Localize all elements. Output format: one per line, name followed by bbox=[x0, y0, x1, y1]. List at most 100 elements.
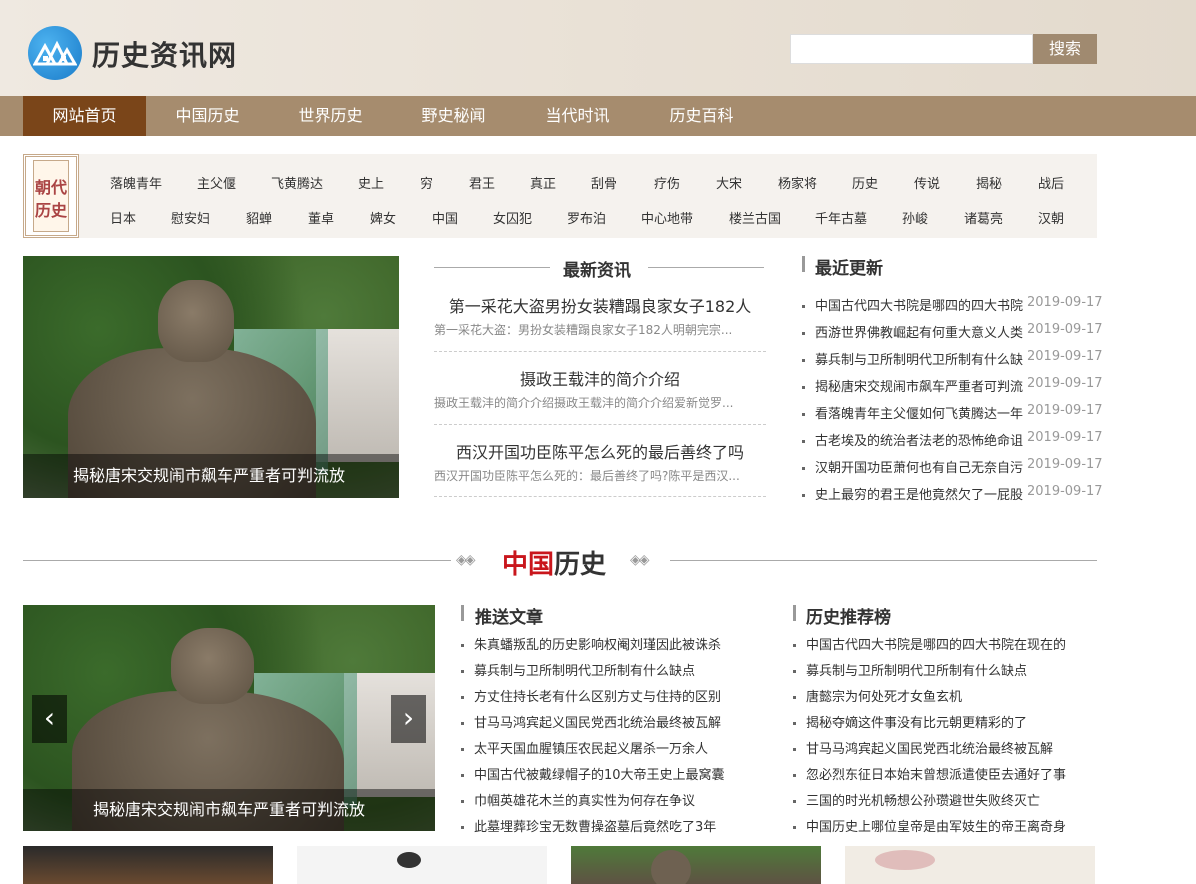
tag-link[interactable]: 日本 bbox=[110, 208, 136, 227]
push-article-item[interactable]: 募兵制与卫所制明代卫所制有什么缺点 bbox=[461, 660, 695, 679]
recent-update-date: 2019-09-17 bbox=[1027, 376, 1103, 391]
tag-link[interactable]: 战后 bbox=[1038, 173, 1064, 192]
china-history-title-red: 中国 bbox=[502, 550, 555, 580]
heading-marker bbox=[793, 605, 796, 621]
search-input[interactable] bbox=[790, 34, 1033, 64]
history-rank-item[interactable]: 揭秘夺嫡这件事没有比元朝更精彩的了 bbox=[793, 712, 1027, 731]
tag-link[interactable]: 董卓 bbox=[308, 208, 334, 227]
recent-update-item[interactable]: 募兵制与卫所制明代卫所制有什么缺 bbox=[802, 349, 1023, 368]
bullet-icon bbox=[793, 800, 796, 803]
push-article-item[interactable]: 巾帼英雄花木兰的真实性为何存在争议 bbox=[461, 790, 695, 809]
history-rank-item[interactable]: 甘马马鸿宾起义国民党西北统治最终被瓦解 bbox=[793, 738, 1053, 757]
tag-link[interactable]: 君王 bbox=[469, 173, 495, 192]
recent-update-item[interactable]: 揭秘唐宋交规闹市飙车严重者可判流 bbox=[802, 376, 1023, 395]
news-desc: 摄政王载沣的简介介绍摄政王载沣的简介介绍爱新觉罗... bbox=[434, 396, 734, 410]
bullet-icon bbox=[461, 670, 464, 673]
news-title[interactable]: 西汉开国功臣陈平怎么死的最后善终了吗 bbox=[434, 439, 766, 463]
push-article-item[interactable]: 太平天国血腥镇压农民起义屠杀一万余人 bbox=[461, 738, 708, 757]
diamond-ornament-icon: ◈◈ bbox=[456, 552, 475, 568]
tag-link[interactable]: 史上 bbox=[358, 173, 384, 192]
tag-link[interactable]: 孙峻 bbox=[902, 208, 928, 227]
thumbnail-image[interactable] bbox=[845, 846, 1095, 884]
tag-link[interactable]: 女囚犯 bbox=[493, 208, 532, 227]
history-rank-item-title: 唐懿宗为何处死才女鱼玄机 bbox=[806, 690, 963, 705]
history-rank-item[interactable]: 忽必烈东征日本始末曾想派遣使臣去通好了事 bbox=[793, 764, 1066, 783]
tag-link[interactable]: 汉朝 bbox=[1038, 208, 1064, 227]
tag-link[interactable]: 中心地带 bbox=[641, 208, 693, 227]
nav-item-history-encyclopedia[interactable]: 历史百科 bbox=[640, 96, 763, 136]
tag-link[interactable]: 刮骨 bbox=[591, 173, 617, 192]
recent-update-item[interactable]: 看落魄青年主父偃如何飞黄腾达一年 bbox=[802, 403, 1023, 422]
chevron-left-icon[interactable]: ‹ bbox=[32, 695, 67, 743]
recent-update-item[interactable]: 古老埃及的统治者法老的恐怖绝命诅 bbox=[802, 430, 1023, 449]
tag-link[interactable]: 真正 bbox=[530, 173, 556, 192]
news-title[interactable]: 第一采花大盗男扮女装糟蹋良家女子182人 bbox=[434, 293, 766, 317]
history-rank-item[interactable]: 中国历史上哪位皇帝是由军妓生的帝王离奇身 bbox=[793, 816, 1066, 835]
tag-link[interactable]: 楼兰古国 bbox=[729, 208, 781, 227]
thumbnail-image[interactable] bbox=[23, 846, 273, 884]
push-article-item[interactable]: 方丈住持长老有什么区别方丈与住持的区别 bbox=[461, 686, 721, 705]
history-rank-item-title: 中国古代四大书院是哪四的四大书院在现在的 bbox=[806, 638, 1067, 653]
history-rank-item-title: 三国的时光机畅想公孙瓒避世失败终灭亡 bbox=[806, 794, 1041, 809]
hero-caption[interactable]: 揭秘唐宋交规闹市飙车严重者可判流放 bbox=[23, 454, 399, 498]
chevron-right-icon[interactable]: › bbox=[391, 695, 426, 743]
history-rank-item[interactable]: 唐懿宗为何处死才女鱼玄机 bbox=[793, 686, 962, 705]
tag-link[interactable]: 千年古墓 bbox=[815, 208, 867, 227]
tag-link[interactable]: 历史 bbox=[852, 173, 878, 192]
nav-item-world-history[interactable]: 世界历史 bbox=[269, 96, 392, 136]
push-article-item[interactable]: 中国古代被戴绿帽子的10大帝王史上最窝囊 bbox=[461, 764, 725, 783]
hero-image[interactable]: 揭秘唐宋交规闹市飙车严重者可判流放 bbox=[23, 256, 399, 498]
tag-link[interactable]: 传说 bbox=[914, 173, 940, 192]
push-article-item[interactable]: 朱真蟠叛乱的历史影响权阉刘瑾因此被诛杀 bbox=[461, 634, 721, 653]
push-article-item[interactable]: 此墓埋葬珍宝无数曹操盗墓后竟然吃了3年 bbox=[461, 816, 716, 835]
bullet-icon bbox=[793, 826, 796, 829]
history-rank-item-title: 募兵制与卫所制明代卫所制有什么缺点 bbox=[806, 664, 1028, 679]
tag-link[interactable]: 貂蝉 bbox=[246, 208, 272, 227]
recent-update-item[interactable]: 西游世界佛教崛起有何重大意义人类 bbox=[802, 322, 1023, 341]
thumbnail-image[interactable] bbox=[297, 846, 547, 884]
bullet-icon bbox=[461, 800, 464, 803]
tag-link[interactable]: 大宋 bbox=[716, 173, 742, 192]
tag-link[interactable]: 疗伤 bbox=[654, 173, 680, 192]
site-header: 历史资讯网 搜索 bbox=[0, 0, 1196, 96]
nav-item-china-history[interactable]: 中国历史 bbox=[146, 96, 269, 136]
news-title[interactable]: 摄政王载沣的简介介绍 bbox=[434, 366, 766, 390]
tag-link[interactable]: 慰安妇 bbox=[171, 208, 210, 227]
recent-update-title: 看落魄青年主父偃如何飞黄腾达一年 bbox=[815, 407, 1024, 422]
tag-link[interactable]: 杨家将 bbox=[778, 173, 817, 192]
nav-item-current-news[interactable]: 当代时讯 bbox=[516, 96, 639, 136]
divider bbox=[434, 351, 766, 352]
history-rank-item[interactable]: 三国的时光机畅想公孙瓒避世失败终灭亡 bbox=[793, 790, 1040, 809]
tag-link[interactable]: 揭秘 bbox=[976, 173, 1002, 192]
tag-link[interactable]: 主父偃 bbox=[197, 173, 236, 192]
tag-link[interactable]: 落魄青年 bbox=[110, 173, 162, 192]
history-rank-item[interactable]: 中国古代四大书院是哪四的四大书院在现在的 bbox=[793, 634, 1066, 653]
recent-update-title: 古老埃及的统治者法老的恐怖绝命诅 bbox=[815, 434, 1024, 449]
nav-item-home[interactable]: 网站首页 bbox=[23, 96, 146, 136]
recent-update-date: 2019-09-17 bbox=[1027, 403, 1103, 418]
history-rank-heading: 历史推荐榜 bbox=[806, 608, 891, 628]
divider bbox=[434, 496, 766, 497]
push-article-item-title: 中国古代被戴绿帽子的10大帝王史上最窝囊 bbox=[474, 768, 725, 783]
recent-update-date: 2019-09-17 bbox=[1027, 457, 1103, 472]
tag-link[interactable]: 飞黄腾达 bbox=[271, 173, 323, 192]
tag-link[interactable]: 婢女 bbox=[370, 208, 396, 227]
recent-update-item[interactable]: 史上最穷的君王是他竟然欠了一屁股 bbox=[802, 484, 1023, 503]
nav-item-unofficial-history[interactable]: 野史秘闻 bbox=[392, 96, 515, 136]
history-rank-item[interactable]: 募兵制与卫所制明代卫所制有什么缺点 bbox=[793, 660, 1027, 679]
tag-link[interactable]: 穷 bbox=[420, 173, 433, 192]
tag-link[interactable]: 罗布泊 bbox=[567, 208, 606, 227]
china-history-title[interactable]: 中国历史 bbox=[502, 544, 606, 581]
recent-update-item[interactable]: 汉朝开国功臣萧何也有自己无奈自污 bbox=[802, 457, 1023, 476]
china-history-slider[interactable]: 揭秘唐宋交规闹市飙车严重者可判流放 bbox=[23, 605, 435, 831]
thumbnail-image[interactable] bbox=[571, 846, 821, 884]
recent-update-title: 西游世界佛教崛起有何重大意义人类 bbox=[815, 326, 1024, 341]
tag-link[interactable]: 诸葛亮 bbox=[964, 208, 1003, 227]
push-article-item[interactable]: 甘马马鸿宾起义国民党西北统治最终被瓦解 bbox=[461, 712, 721, 731]
recent-update-item[interactable]: 中国古代四大书院是哪四的四大书院 bbox=[802, 295, 1023, 314]
search-button[interactable]: 搜索 bbox=[1033, 34, 1097, 64]
site-title[interactable]: 历史资讯网 bbox=[92, 34, 237, 74]
logo-icon[interactable] bbox=[28, 26, 82, 80]
tag-link[interactable]: 中国 bbox=[432, 208, 458, 227]
slider-caption[interactable]: 揭秘唐宋交规闹市飙车严重者可判流放 bbox=[23, 789, 435, 831]
